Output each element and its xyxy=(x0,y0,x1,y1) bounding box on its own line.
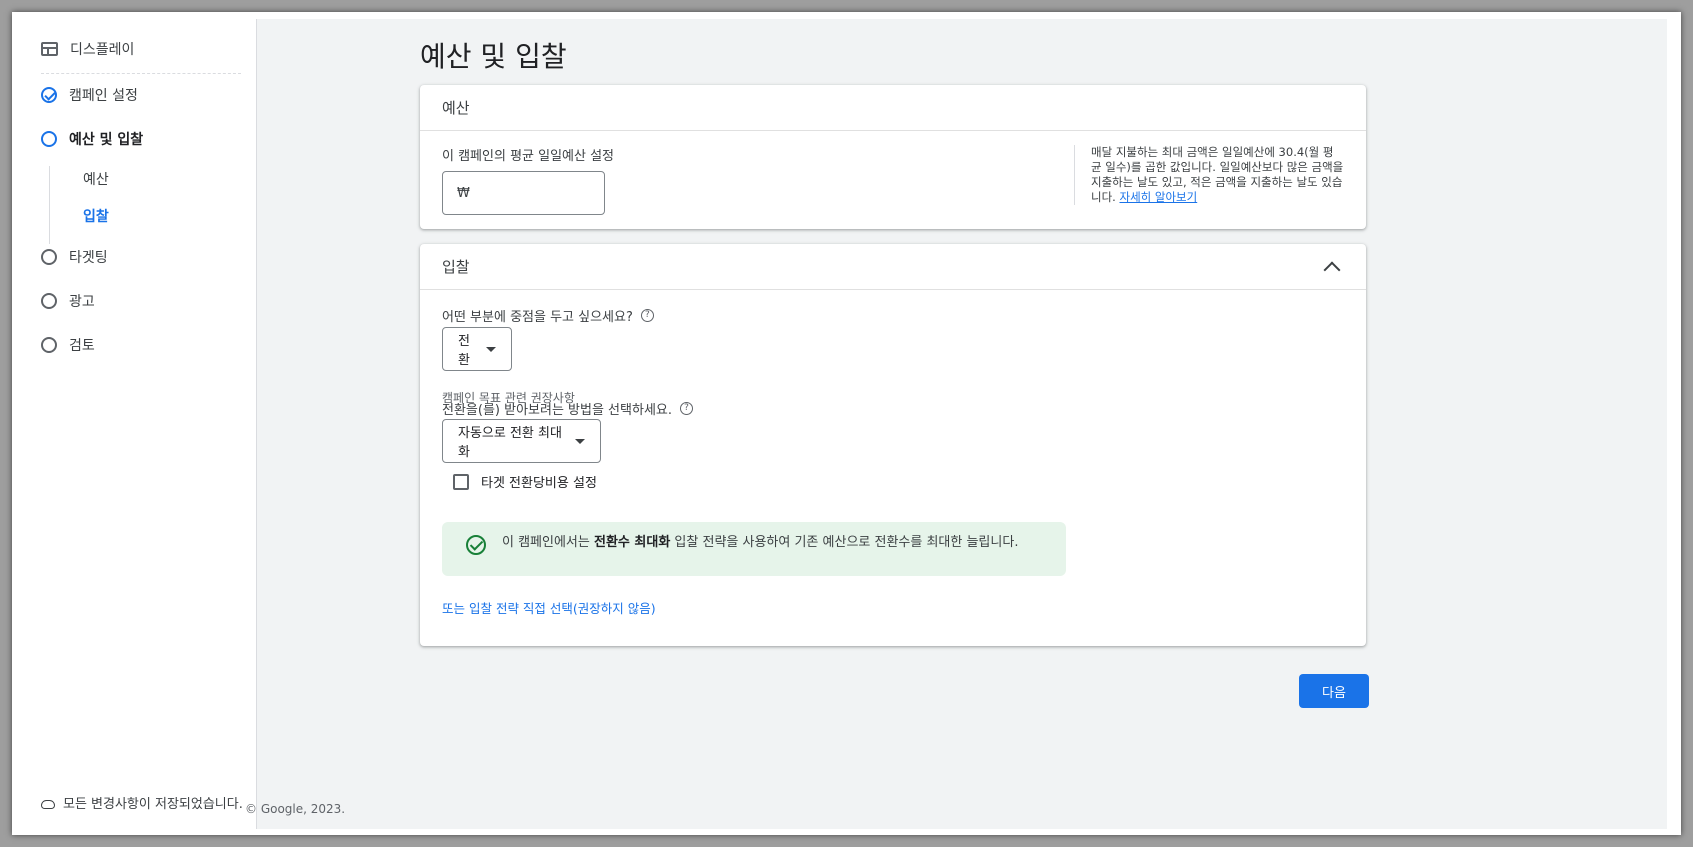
display-icon xyxy=(41,42,58,56)
sidebar-item-review[interactable]: 검토 xyxy=(41,335,95,355)
bidding-card-header[interactable]: 입찰 xyxy=(420,244,1366,290)
target-cpa-checkbox[interactable] xyxy=(453,473,469,490)
focus-dropdown[interactable]: 전환 xyxy=(442,327,512,371)
daily-budget-input[interactable]: ₩ xyxy=(442,171,605,215)
bidding-card: 입찰 어떤 부분에 중점을 두고 싶으세요? ? 전환 캠페인 목표 관련 권장… xyxy=(420,244,1366,646)
manual-strategy-link[interactable]: 또는 입찰 전략 직접 선택(권장하지 않음) xyxy=(442,598,656,617)
copyright: © Google, 2023. xyxy=(245,802,346,816)
focus-question: 어떤 부분에 중점을 두고 싶으세요? ? xyxy=(442,306,654,325)
budget-card-header: 예산 xyxy=(420,85,1366,131)
strategy-info-text: 이 캠페인에서는 전환수 최대화 입찰 전략을 사용하여 기존 예산으로 전환수… xyxy=(502,533,1018,552)
target-cpa-option[interactable]: 타겟 전환당비용 설정 xyxy=(453,472,597,491)
method-question-text: 전환을(를) 받아보려는 방법을 선택하세요. xyxy=(442,403,672,418)
bidding-card-title: 입찰 xyxy=(442,258,470,276)
method-question: 전환을(를) 받아보려는 방법을 선택하세요. ? xyxy=(442,399,693,418)
sidebar-item-label: 디스플레이 xyxy=(70,42,135,58)
sidebar-item-label: 예산 및 입찰 xyxy=(69,132,144,148)
sidebar-item-label: 타겟팅 xyxy=(69,250,108,266)
strategy-info-box: 이 캠페인에서는 전환수 최대화 입찰 전략을 사용하여 기존 예산으로 전환수… xyxy=(442,522,1066,576)
sidebar-item-label: 광고 xyxy=(69,294,95,310)
sidebar-divider xyxy=(41,73,241,74)
sidebar-item-targeting[interactable]: 타겟팅 xyxy=(41,247,108,267)
help-icon[interactable]: ? xyxy=(640,309,654,322)
info-text-suffix: 입찰 전략을 사용하여 기존 예산으로 전환수를 최대한 늘립니다. xyxy=(670,535,1019,550)
learn-more-link[interactable]: 자세히 알아보기 xyxy=(1119,190,1197,204)
budget-help-text: 매달 지불하는 최대 금액은 일일예산에 30.4(월 평균 일수)를 곱한 값… xyxy=(1074,145,1344,205)
currency-symbol: ₩ xyxy=(457,185,470,201)
save-status-text: 모든 변경사항이 저장되었습니다. xyxy=(63,797,243,812)
method-dropdown[interactable]: 자동으로 전환 최대화 xyxy=(442,419,601,463)
dropdown-arrow-icon xyxy=(486,346,496,352)
sidebar-item-ads[interactable]: 광고 xyxy=(41,291,95,311)
sidebar-subitem-bidding[interactable]: 입찰 xyxy=(83,206,109,226)
sidebar-item-campaign-settings[interactable]: 캠페인 설정 xyxy=(41,85,138,105)
circle-icon xyxy=(41,249,57,265)
page-title: 예산 및 입찰 xyxy=(420,40,567,73)
budget-card-title: 예산 xyxy=(442,99,470,117)
chevron-up-icon[interactable] xyxy=(1323,261,1341,278)
dropdown-arrow-icon xyxy=(575,438,585,444)
daily-budget-label: 이 캠페인의 평균 일일예산 설정 xyxy=(442,149,615,164)
save-status: 모든 변경사항이 저장되었습니다. xyxy=(41,793,243,812)
target-cpa-label: 타겟 전환당비용 설정 xyxy=(481,476,597,491)
method-dropdown-value: 자동으로 전환 최대화 xyxy=(458,426,562,460)
next-button[interactable]: 다음 xyxy=(1299,674,1369,708)
sidebar-item-label: 검토 xyxy=(69,338,95,354)
sidebar-subitem-budget[interactable]: 예산 xyxy=(83,169,109,189)
help-icon[interactable]: ? xyxy=(680,402,693,415)
sub-nav-line xyxy=(49,166,50,244)
circle-icon xyxy=(41,293,57,309)
focus-question-text: 어떤 부분에 중점을 두고 싶으세요? xyxy=(442,310,633,325)
sidebar-item-budget-bidding[interactable]: 예산 및 입찰 xyxy=(41,129,143,149)
budget-card: 예산 이 캠페인의 평균 일일예산 설정 ₩ 매달 지불하는 최대 금액은 일일… xyxy=(420,85,1366,229)
circle-icon xyxy=(41,337,57,353)
info-text-strategy: 전환수 최대화 xyxy=(594,535,671,550)
check-circle-icon xyxy=(41,87,57,103)
app-window: 디스플레이 캠페인 설정 예산 및 입찰 예산 입찰 타겟팅 광고 검토 모든 … xyxy=(27,19,1667,829)
check-circle-icon xyxy=(466,535,486,555)
focus-dropdown-value: 전환 xyxy=(458,334,470,368)
sidebar-item-display[interactable]: 디스플레이 xyxy=(41,39,134,59)
sidebar: 디스플레이 캠페인 설정 예산 및 입찰 예산 입찰 타겟팅 광고 검토 모든 … xyxy=(27,19,257,829)
info-text-prefix: 이 캠페인에서는 xyxy=(502,535,594,550)
cloud-done-icon xyxy=(41,798,55,809)
sidebar-item-label: 캠페인 설정 xyxy=(69,88,138,104)
circle-icon xyxy=(41,131,57,147)
